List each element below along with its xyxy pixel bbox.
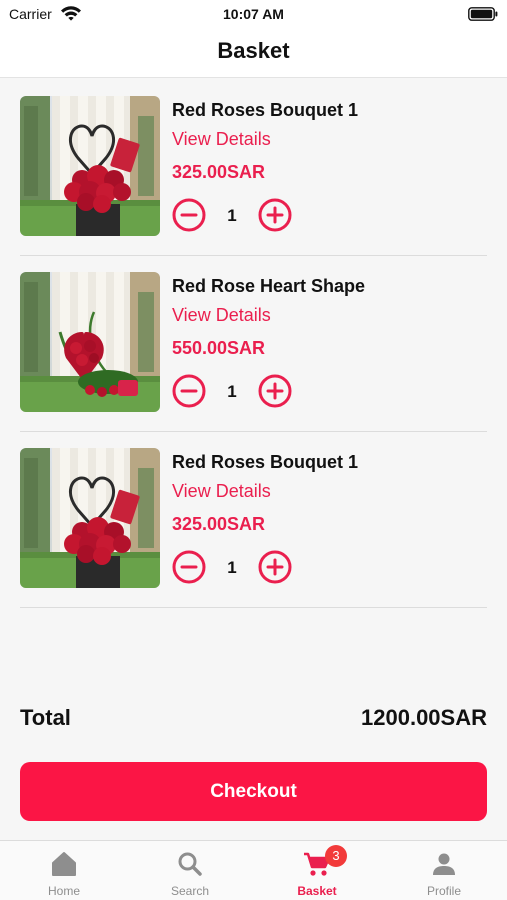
tab-label: Home — [47, 884, 80, 898]
page-title: Basket — [217, 38, 290, 63]
product-image[interactable] — [20, 272, 160, 412]
product-price: 550.00SAR — [172, 338, 266, 358]
product-price: 325.00SAR — [172, 162, 266, 182]
product-image[interactable] — [20, 448, 160, 588]
product-image[interactable] — [20, 96, 160, 236]
quantity-value: 1 — [227, 382, 237, 401]
battery-icon — [468, 7, 498, 21]
view-details-link[interactable]: View Details — [172, 129, 271, 150]
person-icon — [433, 853, 455, 875]
cart-list: Red Roses Bouquet 1 View Details 325.00S… — [20, 80, 487, 608]
cart-item: Red Rose Heart Shape View Details 550.00… — [20, 256, 487, 432]
decrease-quantity-button[interactable] — [172, 550, 206, 584]
tab-search[interactable]: Search — [127, 841, 253, 900]
total-label: Total — [20, 705, 71, 730]
increase-quantity-button[interactable] — [258, 374, 292, 408]
checkout-button[interactable]: Checkout — [20, 762, 487, 821]
total-value: 1200.00SAR — [361, 705, 487, 730]
product-price: 325.00SAR — [172, 514, 266, 534]
status-time: 10:07 AM — [223, 6, 284, 22]
total-row: Total 1200.00SAR — [20, 705, 487, 735]
decrease-quantity-button[interactable] — [172, 198, 206, 232]
product-name: Red Roses Bouquet 1 — [172, 452, 359, 472]
quantity-value: 1 — [227, 558, 237, 577]
decrease-quantity-button[interactable] — [172, 374, 206, 408]
tab-bar: Home Search 3 Basket Profile — [0, 840, 507, 900]
status-bar: Carrier 10:07 AM — [0, 0, 507, 28]
home-icon — [52, 852, 76, 876]
product-name: Red Roses Bouquet 1 — [172, 100, 359, 120]
quantity-value: 1 — [227, 206, 237, 225]
tab-profile[interactable]: Profile — [381, 841, 507, 900]
nav-header: Basket — [0, 28, 507, 78]
product-name: Red Rose Heart Shape — [172, 276, 366, 296]
view-details-link[interactable]: View Details — [172, 305, 271, 326]
tab-home[interactable]: Home — [1, 841, 127, 900]
cart-count-badge: 3 — [325, 845, 347, 867]
tab-label: Profile — [426, 884, 461, 898]
cart-item: Red Roses Bouquet 1 View Details 325.00S… — [20, 432, 487, 608]
tab-basket[interactable]: 3 Basket — [254, 841, 380, 900]
view-details-link[interactable]: View Details — [172, 481, 271, 502]
cart-item: Red Roses Bouquet 1 View Details 325.00S… — [20, 80, 487, 256]
search-icon — [178, 852, 202, 876]
increase-quantity-button[interactable] — [258, 550, 292, 584]
tab-label: Basket — [297, 884, 337, 898]
tab-label: Search — [170, 884, 210, 898]
increase-quantity-button[interactable] — [258, 198, 292, 232]
